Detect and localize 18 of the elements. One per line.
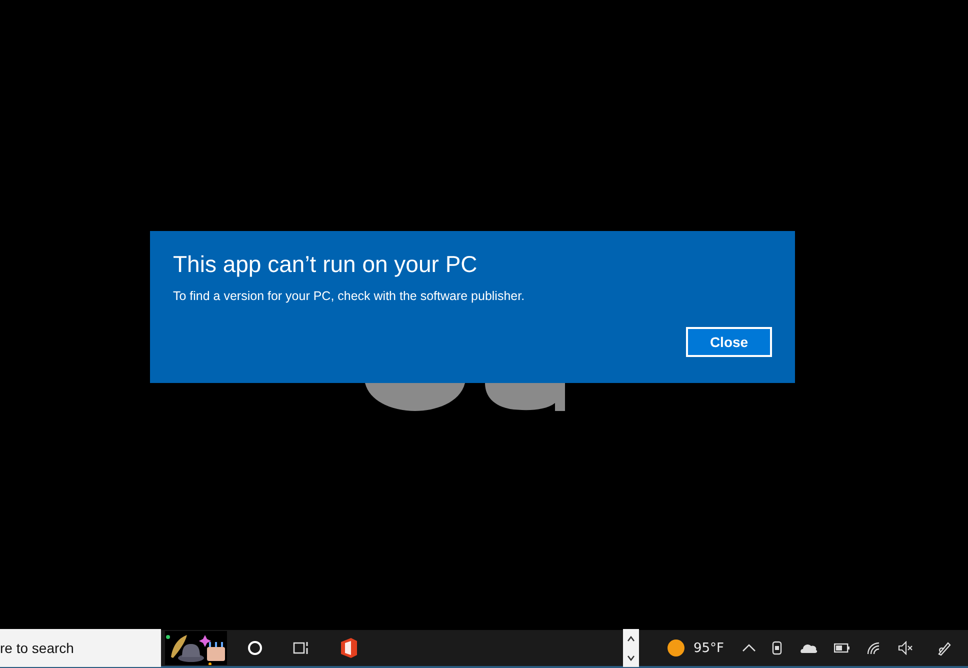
search-field[interactable]: re to search: [0, 629, 161, 667]
pen-icon[interactable]: [936, 640, 952, 656]
muted-speaker-icon[interactable]: [898, 641, 914, 655]
cortana-icon[interactable]: [247, 640, 263, 656]
cloud-icon[interactable]: [800, 643, 818, 653]
scroll-control[interactable]: [623, 629, 640, 667]
dialog-title: This app can’t run on your PC: [173, 251, 478, 278]
close-button[interactable]: Close: [686, 327, 772, 357]
sun-icon[interactable]: [667, 639, 686, 657]
chevron-up-icon[interactable]: [742, 644, 756, 652]
task-view-icon[interactable]: [293, 640, 309, 656]
temperature[interactable]: 95°F: [693, 640, 724, 656]
battery-icon[interactable]: [834, 643, 850, 653]
office-icon[interactable]: [339, 638, 357, 658]
wifi-icon[interactable]: [866, 641, 882, 655]
widgets-icon[interactable]: [165, 631, 227, 665]
dialog-message: To find a version for your PC, check with the software publisher.: [173, 289, 526, 303]
camera-icon[interactable]: [772, 640, 784, 656]
